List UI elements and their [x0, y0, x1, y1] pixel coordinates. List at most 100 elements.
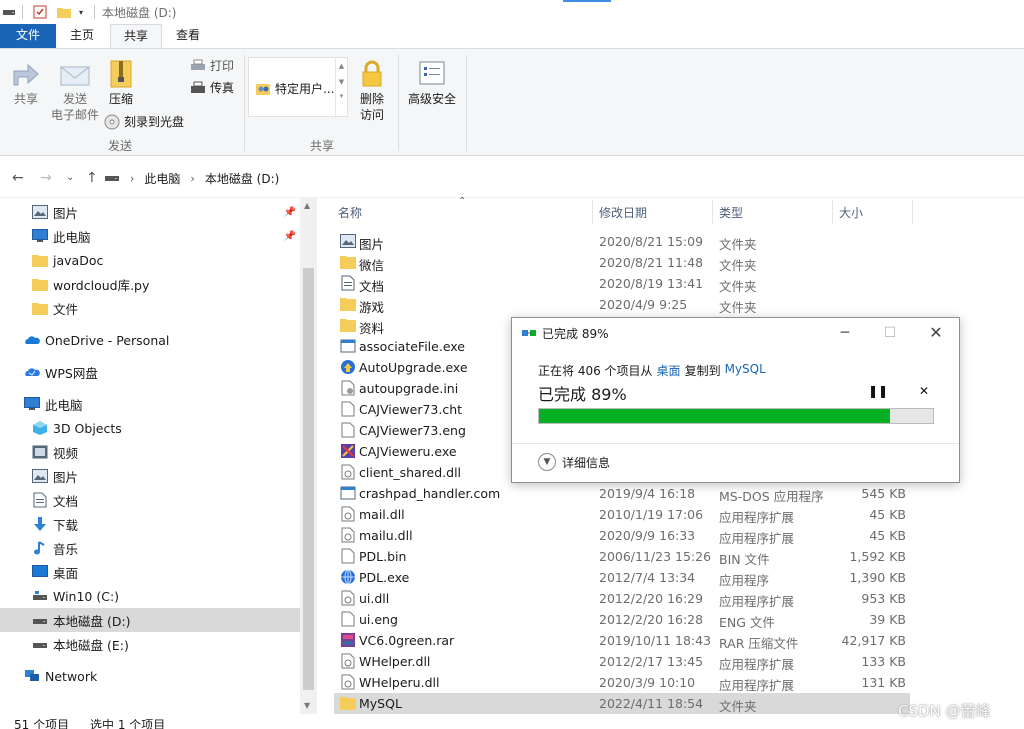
sidebar-item-wordcloud[interactable]: wordcloud库.py: [0, 272, 300, 296]
breadcrumb[interactable]: › 此电脑 › 本地磁盘 (D:): [104, 166, 1024, 190]
list-item[interactable]: mailu.dll 2020/9/9 16:33 应用程序扩展 45 KB: [334, 525, 910, 546]
column-header-date[interactable]: 修改日期: [599, 204, 647, 221]
file-name: VC6.0green.rar: [359, 633, 455, 648]
share-with-list[interactable]: 特定用户... ▲ ▼ ▾: [248, 57, 348, 117]
print-button[interactable]: 打印: [190, 57, 234, 74]
scroll-down-icon[interactable]: ▼: [304, 701, 310, 710]
scroll-up-icon[interactable]: ▲: [304, 201, 310, 210]
properties-icon[interactable]: [32, 4, 48, 20]
sidebar-item-onedrive[interactable]: OneDrive - Personal: [0, 328, 300, 352]
target-link[interactable]: MySQL: [725, 362, 766, 379]
column-divider[interactable]: [912, 200, 913, 224]
sidebar-item-videos[interactable]: 视频: [0, 440, 300, 464]
remove-access-button[interactable]: 删除 访问: [356, 59, 388, 123]
list-item[interactable]: mail.dll 2010/1/19 17:06 应用程序扩展 45 KB: [334, 504, 910, 525]
file-icon: [341, 548, 355, 564]
file-name: WHelperu.dll: [359, 675, 440, 690]
tab-view[interactable]: 查看: [164, 24, 212, 48]
sidebar-item-this-pc-quick[interactable]: 此电脑 📌: [0, 224, 300, 248]
up-arrow-icon[interactable]: ↑: [86, 170, 98, 186]
sidebar-item-javadoc[interactable]: javaDoc: [0, 248, 300, 272]
file-name: ui.dll: [359, 591, 390, 606]
sidebar-item-drive-e[interactable]: 本地磁盘 (E:): [0, 632, 300, 656]
tab-file[interactable]: 文件: [0, 24, 56, 48]
navigation-scrollbar[interactable]: ▲ ▼: [300, 198, 317, 714]
scrollbar-thumb[interactable]: [303, 268, 314, 690]
selected-count: 选中 1 个项目: [90, 718, 166, 729]
pin-icon[interactable]: 📌: [284, 231, 296, 242]
list-item[interactable]: PDL.exe 2012/7/4 13:34 应用程序 1,390 KB: [334, 567, 910, 588]
column-header-name[interactable]: 名称: [338, 204, 362, 221]
sidebar-item-downloads[interactable]: 下载: [0, 512, 300, 536]
sidebar-item-3d-objects[interactable]: 3D Objects: [0, 416, 300, 440]
sidebar-item-pictures-quick[interactable]: 图片 📌: [0, 200, 300, 224]
pause-icon[interactable]: ❚❚: [868, 384, 888, 398]
tab-home[interactable]: 主页: [58, 24, 106, 48]
fax-button[interactable]: 传真: [190, 79, 234, 96]
file-size: 45 KB: [869, 528, 906, 543]
list-item[interactable]: 图片 2020/8/21 15:09 文件夹: [334, 231, 910, 252]
back-arrow-icon[interactable]: ←: [12, 170, 24, 186]
list-item[interactable]: MySQL 2022/4/11 18:54 文件夹: [334, 693, 910, 714]
list-item[interactable]: VC6.0green.rar 2019/10/11 18:43 RAR 压缩文件…: [334, 630, 910, 651]
sidebar-item-this-pc[interactable]: 此电脑: [0, 392, 300, 416]
list-item[interactable]: ui.dll 2012/2/20 16:29 应用程序扩展 953 KB: [334, 588, 910, 609]
advanced-security-button[interactable]: 高级安全: [404, 59, 460, 107]
list-item[interactable]: crashpad_handler.com 2019/9/4 16:18 MS-D…: [334, 483, 910, 504]
sidebar-item-files[interactable]: 文件: [0, 296, 300, 320]
pin-icon[interactable]: 📌: [284, 207, 296, 218]
sidebar-item-pictures[interactable]: 图片: [0, 464, 300, 488]
sidebar-item-wps-cloud[interactable]: WPS网盘: [0, 360, 300, 384]
sidebar-item-desktop[interactable]: 桌面: [0, 560, 300, 584]
email-button[interactable]: 发送 电子邮件: [48, 59, 102, 123]
tab-share[interactable]: 共享: [110, 24, 162, 48]
column-divider[interactable]: [592, 200, 593, 224]
more-details-button[interactable]: ▼ 详细信息: [538, 453, 610, 471]
sidebar-item-music[interactable]: 音乐: [0, 536, 300, 560]
share-button[interactable]: 共享: [8, 59, 44, 107]
minimize-icon[interactable]: ─: [830, 322, 860, 344]
new-folder-icon[interactable]: [56, 4, 72, 20]
list-item[interactable]: WHelper.dll 2012/2/17 13:45 应用程序扩展 133 K…: [334, 651, 910, 672]
list-item[interactable]: WHelperu.dll 2020/3/9 10:10 应用程序扩展 131 K…: [334, 672, 910, 693]
specific-users-label: 特定用户...: [275, 82, 335, 96]
rar-icon: [341, 633, 355, 647]
forward-arrow-icon[interactable]: →: [40, 170, 52, 186]
sidebar-item-drive-d[interactable]: 本地磁盘 (D:): [0, 608, 300, 632]
title-bar: ▾ 本地磁盘 (D:): [0, 0, 1024, 24]
specific-users-item[interactable]: 特定用户...: [255, 80, 334, 97]
qat-dropdown-icon[interactable]: ▾: [76, 4, 86, 20]
list-item[interactable]: 文档 2020/8/19 13:41 文件夹: [334, 273, 910, 294]
close-icon[interactable]: ✕: [921, 322, 951, 344]
column-divider[interactable]: [712, 200, 713, 224]
burn-disc-button[interactable]: 刻录到光盘: [104, 113, 184, 130]
sidebar-item-documents[interactable]: 文档: [0, 488, 300, 512]
source-link[interactable]: 桌面: [657, 362, 681, 379]
recent-locations-icon[interactable]: ⌄: [66, 172, 74, 183]
share-list-scroll[interactable]: ▲ ▼ ▾: [335, 58, 347, 116]
breadcrumb-separator-icon[interactable]: ›: [130, 172, 134, 185]
breadcrumb-this-pc[interactable]: 此电脑: [144, 170, 180, 187]
column-header-size[interactable]: 大小: [839, 204, 863, 221]
dll-icon: [341, 590, 355, 606]
list-item[interactable]: 微信 2020/8/21 11:48 文件夹: [334, 252, 910, 273]
security-settings-icon: [419, 61, 445, 85]
breadcrumb-drive-d[interactable]: 本地磁盘 (D:): [205, 170, 279, 187]
maximize-icon[interactable]: ☐: [875, 322, 905, 344]
cancel-icon[interactable]: ✕: [914, 384, 934, 398]
music-icon: [32, 540, 48, 556]
file-date: 2010/1/19 17:06: [599, 507, 704, 522]
zip-button[interactable]: 压缩: [104, 59, 138, 107]
list-item[interactable]: ui.eng 2012/2/20 16:28 ENG 文件 39 KB: [334, 609, 910, 630]
globe-exe-icon: [341, 569, 355, 585]
disc-icon: [104, 114, 120, 129]
sidebar-item-drive-c[interactable]: Win10 (C:): [0, 584, 300, 608]
breadcrumb-separator-icon[interactable]: ›: [190, 172, 194, 185]
sidebar-item-network[interactable]: Network: [0, 664, 300, 688]
documents-folder-icon: [341, 275, 355, 291]
column-divider[interactable]: [832, 200, 833, 224]
column-header-type[interactable]: 类型: [719, 204, 743, 221]
list-item[interactable]: PDL.bin 2006/11/23 15:26 BIN 文件 1,592 KB: [334, 546, 910, 567]
window-title: 本地磁盘 (D:): [102, 6, 177, 20]
list-item[interactable]: 游戏 2020/4/9 9:25 文件夹: [334, 294, 910, 315]
